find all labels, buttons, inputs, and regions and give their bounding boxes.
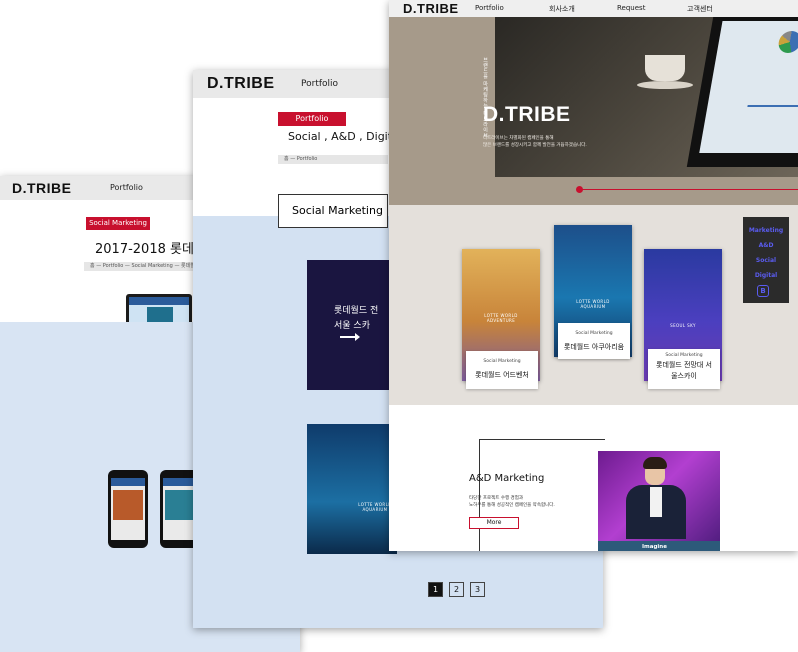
side-menu-digital[interactable]: Digital [743,268,789,283]
portfolio-cards-section: LOTTE WORLD ADVENTURE Social Marketing 롯… [389,205,798,405]
nav-item-support[interactable]: 고객센터 [687,4,713,14]
pagination-page-3[interactable]: 3 [470,582,485,597]
hero-brand-title: D.TRIBE [483,103,571,126]
pagination-page-2[interactable]: 2 [449,582,464,597]
ad-marketing-subtitle: 타당한 프로젝트 수행 경험과 노하우를 통해 성공적인 캠페인을 약속합니다. [469,496,555,508]
card-label: Social Marketing 롯데월드 전망대 서울스카이 [648,349,720,389]
section-title-social-marketing: Social Marketing [278,194,388,228]
portfolio-tile-aquarium[interactable]: LOTTE WORLD AQUARIUM [307,424,397,554]
hero-photo [495,17,798,177]
back-window-logo[interactable]: D.TRIBE [12,180,72,196]
tile-text-line-2: 서울 스카 [334,321,370,331]
middle-window-tag: Portfolio [278,112,346,126]
middle-window-logo[interactable]: D.TRIBE [207,75,275,93]
hero-section: 브랜드를 마케팅하는 디트라이브 D.TRIBE 디트라이브는 차별화된 캠페인… [389,17,798,205]
more-button[interactable]: More [469,517,519,529]
tile-text-line-1: 롯데월드 전 [334,306,379,316]
arrow-right-icon [340,333,360,341]
blog-icon[interactable]: B [757,285,769,297]
card-label: Social Marketing 롯데월드 아쿠아리움 [558,323,630,359]
side-menu: Marketing A&D Social Digital B [743,217,789,303]
card-label: Social Marketing 롯데월드 어드벤처 [466,351,538,389]
back-window-breadcrumb: 홈 — Portfolio — Social Marketing — 롯데월 [84,262,194,271]
front-window-logo[interactable]: D.TRIBE [403,1,459,16]
back-window-nav-portfolio[interactable]: Portfolio [110,183,143,192]
promo-caption: Imagine [642,544,667,550]
side-menu-ad[interactable]: A&D [743,238,789,253]
back-window-tag: Social Marketing [86,217,150,230]
promo-image: Imagine [598,451,720,551]
middle-window-nav-portfolio[interactable]: Portfolio [301,79,338,89]
middle-window-title: Social , A&D , Digita [288,130,399,143]
coffee-cup-image [645,55,685,81]
hero-subtitle: 디트라이브는 차별화된 캠페인을 통해 많은 브랜드를 성장시키고 함께 발전을… [483,136,587,148]
nav-item-portfolio[interactable]: Portfolio [475,4,504,12]
front-window-nav: D.TRIBE Portfolio 회사소개 Request 고객센터 [389,0,798,17]
pagination-page-1[interactable]: 1 [428,582,443,597]
portfolio-card-seoul-sky[interactable]: SEOUL SKY Social Marketing 롯데월드 전망대 서울스카… [644,249,722,389]
portfolio-card-adventure[interactable]: LOTTE WORLD ADVENTURE Social Marketing 롯… [462,249,540,389]
card-caption: LOTTE WORLD AQUARIUM [576,299,610,309]
card-caption: LOTTE WORLD ADVENTURE [484,313,518,323]
card-caption: SEOUL SKY [670,323,696,328]
ad-marketing-section: A&D Marketing 타당한 프로젝트 수행 경험과 노하우를 통해 성공… [389,405,798,551]
portfolio-card-aquarium[interactable]: LOTTE WORLD AQUARIUM Social Marketing 롯데… [554,225,632,359]
front-window-page: D.TRIBE Portfolio 회사소개 Request 고객센터 브랜드를… [389,0,798,551]
nav-item-request[interactable]: Request [617,4,645,12]
side-menu-social[interactable]: Social [743,253,789,268]
phone-mockup-image [108,470,148,548]
hero-slider-dot[interactable] [576,186,583,193]
side-menu-marketing[interactable]: Marketing [743,223,789,238]
portfolio-mockup-stage: D.TRIBE Portfolio Social Marketing 2017-… [0,0,798,652]
portfolio-tile-seoul-sky[interactable]: 롯데월드 전 서울 스카 [307,260,397,390]
middle-window-breadcrumb: 홈 — Portfolio [278,155,388,164]
tablet-dashboard-image [686,17,798,167]
nav-item-company[interactable]: 회사소개 [549,4,575,14]
hero-slider-track[interactable] [579,189,798,190]
ad-marketing-title: A&D Marketing [469,473,545,484]
